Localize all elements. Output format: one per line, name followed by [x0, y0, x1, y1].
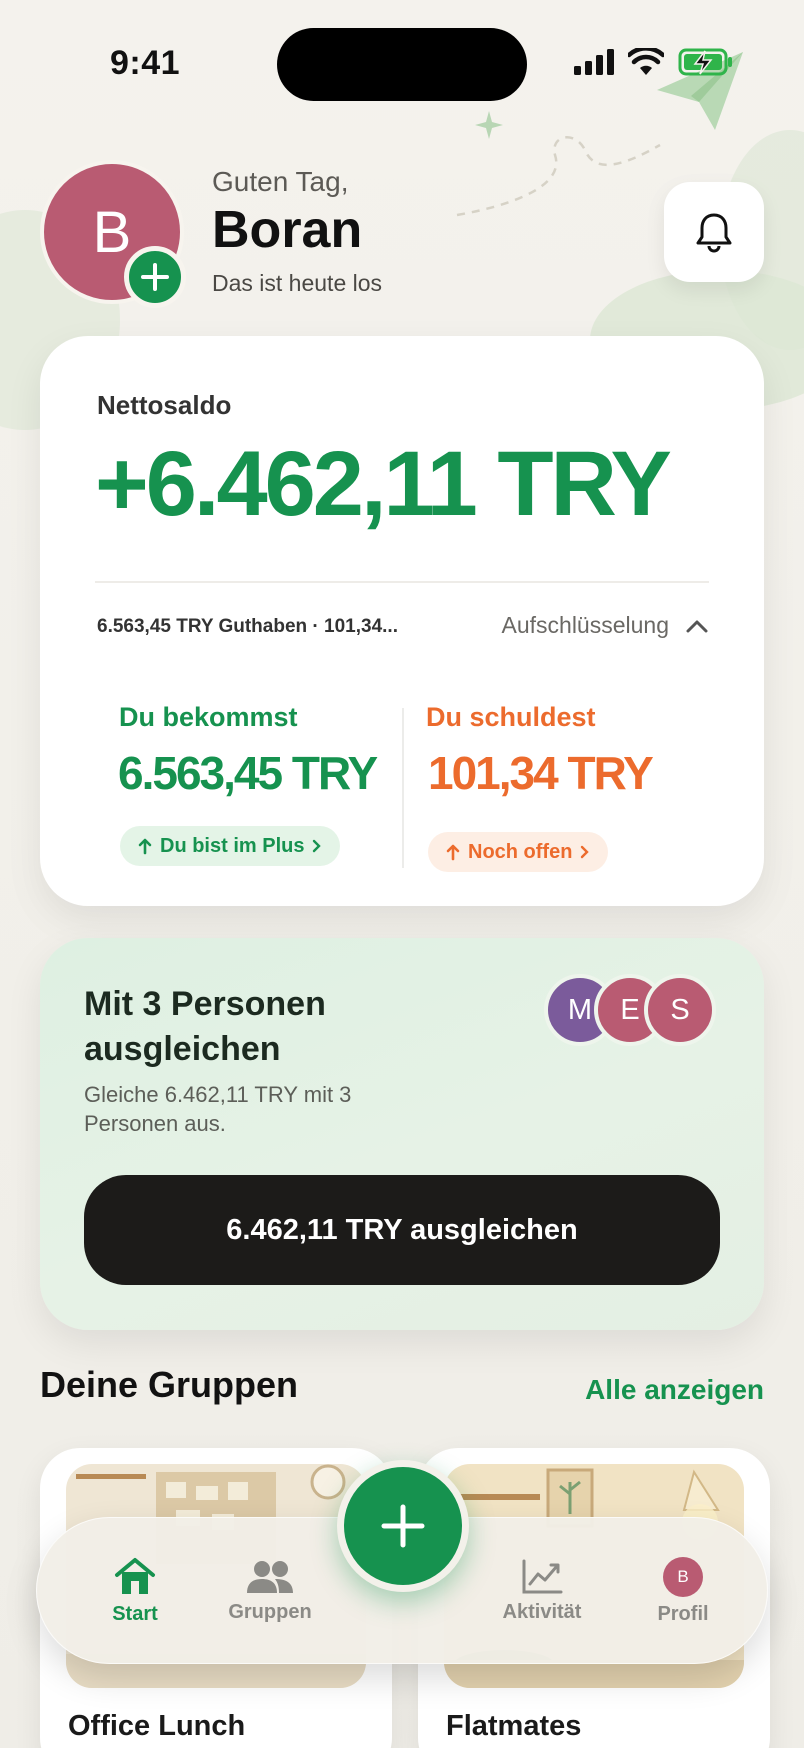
tab-groups[interactable]: Gruppen	[205, 1518, 335, 1665]
settle-up-card: Mit 3 Personen ausgleichen Gleiche 6.462…	[40, 938, 764, 1330]
status-icons	[574, 48, 734, 76]
in-plus-badge[interactable]: Du bist im Plus	[120, 826, 341, 866]
balance-summary: 6.563,45 TRY Guthaben · 101,34...	[97, 616, 398, 637]
greeting-text: Guten Tag,	[212, 166, 349, 197]
tab-label: Start	[112, 1603, 158, 1625]
wifi-icon	[628, 48, 664, 75]
tab-label: Aktivität	[502, 1601, 582, 1623]
tab-label: Gruppen	[228, 1601, 312, 1623]
arrow-up-icon	[138, 838, 152, 855]
see-all-groups-link[interactable]: Alle anzeigen	[585, 1374, 764, 1406]
balance-amount: +6.462,11 TRY	[95, 433, 672, 535]
avatar-initial: B	[92, 199, 132, 265]
tab-start[interactable]: Start	[75, 1518, 195, 1665]
person-initial: S	[670, 993, 690, 1026]
sparkle-icon	[475, 111, 503, 139]
settle-up-button[interactable]: 6.462,11 TRY ausgleichen	[84, 1175, 720, 1285]
settle-title: Mit 3 Personen ausgleichen	[84, 985, 326, 1068]
dashed-path-decoration	[456, 136, 661, 217]
owe-title: Du schuldest	[426, 702, 596, 732]
tab-profile[interactable]: B Profil	[633, 1518, 733, 1665]
still-open-badge[interactable]: Noch offen	[428, 832, 609, 872]
avatar: B	[663, 1557, 703, 1597]
balance-label: Nettosaldo	[97, 390, 232, 420]
chevron-right-icon	[581, 845, 590, 859]
chart-icon	[522, 1559, 563, 1594]
plus-icon	[381, 1504, 425, 1548]
group-name: Flatmates	[446, 1710, 582, 1742]
column-separator	[402, 708, 404, 868]
home-icon	[115, 1558, 155, 1594]
bell-icon	[696, 213, 732, 253]
add-photo-button[interactable]	[124, 246, 186, 308]
balance-card: Nettosaldo +6.462,11 TRY 6.563,45 TRY Gu…	[40, 336, 764, 906]
in-plus-label: Du bist im Plus	[160, 834, 305, 857]
battery-charging-icon	[678, 48, 732, 76]
breakdown-label: Aufschlüsselung	[501, 612, 670, 638]
dynamic-island	[277, 28, 527, 101]
receive-title: Du bekommst	[119, 702, 298, 732]
receive-amount: 6.563,45 TRY	[118, 747, 378, 799]
arrow-up-icon	[446, 844, 460, 861]
plus-icon	[141, 263, 169, 291]
people-icon	[247, 1561, 293, 1593]
tab-label: Profil	[657, 1603, 709, 1625]
owe-amount: 101,34 TRY	[428, 747, 654, 799]
chevron-right-icon	[313, 839, 322, 853]
person-initial: M	[567, 993, 593, 1026]
user-name: Boran	[212, 201, 363, 259]
person-initial: E	[620, 993, 640, 1026]
still-open-label: Noch offen	[468, 840, 573, 863]
breakdown-toggle[interactable]: Aufschlüsselung	[502, 612, 710, 639]
settle-description: Gleiche 6.462,11 TRY mit 3 Personen aus.	[84, 1082, 352, 1136]
person-avatar: S	[644, 974, 716, 1046]
signal-icon	[574, 49, 614, 75]
user-avatar[interactable]: B	[40, 160, 186, 308]
header-subtitle: Das ist heute los	[212, 270, 383, 296]
tab-activity[interactable]: Aktivität	[477, 1518, 607, 1665]
add-expense-button[interactable]	[337, 1460, 469, 1592]
chevron-up-icon	[686, 620, 708, 632]
status-time: 9:41	[110, 44, 181, 82]
app-screen: 9:41 B Guten Tag, Boran Das ist heute lo…	[0, 0, 804, 1748]
divider	[95, 581, 709, 583]
avatar-initial: B	[677, 1567, 689, 1586]
group-name: Office Lunch	[68, 1710, 246, 1742]
groups-section-title: Deine Gruppen	[40, 1364, 299, 1405]
notifications-button[interactable]	[664, 182, 764, 282]
